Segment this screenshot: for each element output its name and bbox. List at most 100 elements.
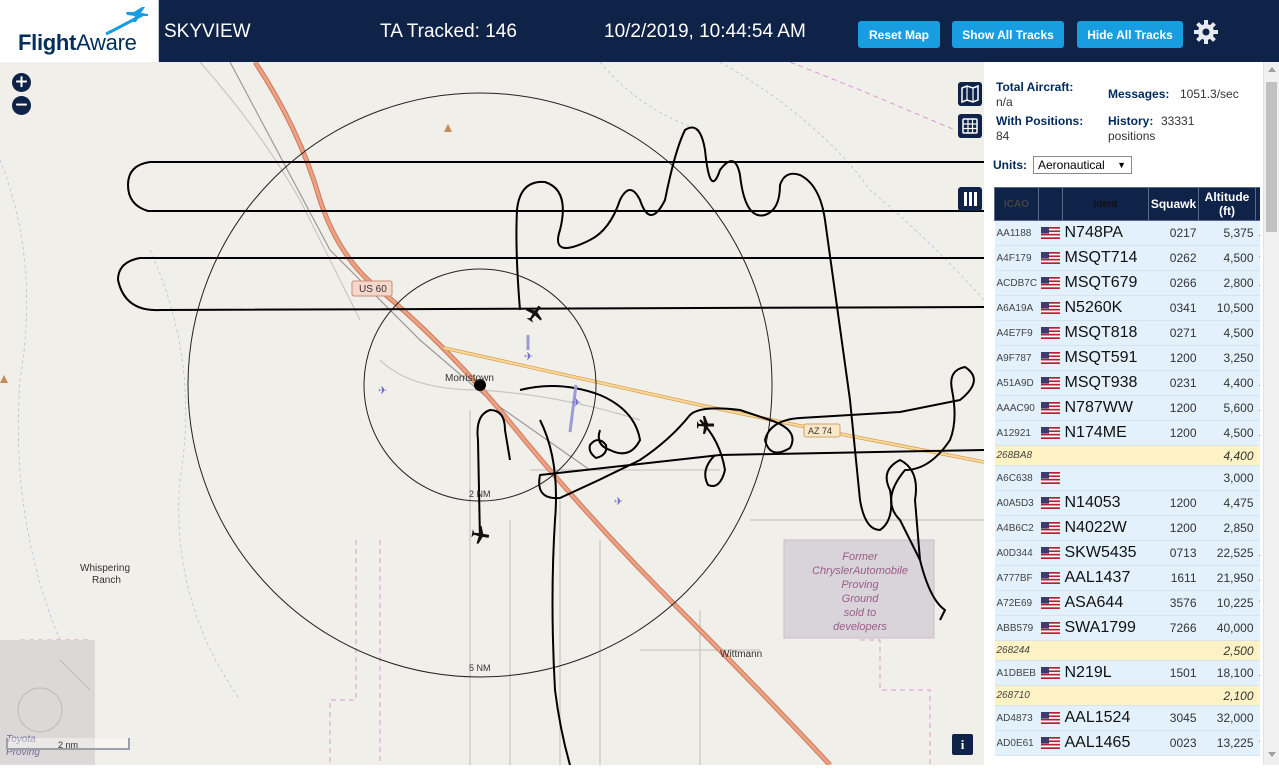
ident-cell: N4022W <box>1062 515 1149 541</box>
aircraft-icons <box>471 301 714 546</box>
grid-button[interactable] <box>958 114 982 138</box>
ident-cell: AAL1437 <box>1062 565 1149 591</box>
table-row[interactable]: A0D344 SKW54350713 22,525▲ <box>994 540 1260 566</box>
map-layer: ✈ ✈ ✈ ✈ US 60 AZ 74 Morristown Wittmann … <box>0 62 984 765</box>
aircraft-icon[interactable] <box>697 416 714 434</box>
gear-icon[interactable] <box>1193 19 1219 45</box>
flightaware-logo[interactable]: FlightAware <box>0 0 159 62</box>
table-row[interactable]: A6A19A N5260K 0341 10,500 <box>994 295 1260 321</box>
info-button[interactable]: i <box>952 734 973 755</box>
altitude-cell: 22,525 <box>1198 540 1256 566</box>
altitude-cell: 21,950 <box>1198 565 1256 591</box>
ident-cell <box>1062 465 1149 491</box>
altitude-cell: 4,400 <box>1198 445 1256 466</box>
icao-cell: A4B6C2 <box>994 515 1039 541</box>
table-row[interactable]: A72E69 ASA6443576 10,225▼ <box>994 590 1260 616</box>
table-row[interactable]: A12921 N174ME1200 4,500▲ <box>994 420 1260 446</box>
sidebar-toggle-button[interactable] <box>958 187 982 211</box>
table-row[interactable]: A4B6C2 N4022W 1200 2,850 <box>994 515 1260 541</box>
table-row[interactable]: A1DBEB N219L1501 18,100▲ <box>994 660 1260 686</box>
table-row[interactable]: A0A5D3 N14053 1200 4,475 <box>994 490 1260 516</box>
icao-cell: AD0E61 <box>994 730 1039 756</box>
trend-cell <box>1255 345 1260 371</box>
altitude-cell: 2,100 <box>1198 685 1256 706</box>
table-row[interactable]: ABB579 SWA1799 7266 40,000 <box>994 615 1260 641</box>
flag-cell <box>1038 270 1063 296</box>
aircraft-icon[interactable] <box>522 301 546 325</box>
messages-label: Messages: <box>1108 87 1170 101</box>
flag-cell <box>1038 730 1063 756</box>
map-canvas[interactable]: ✈ ✈ ✈ ✈ US 60 AZ 74 Morristown Wittmann … <box>0 62 984 765</box>
table-row[interactable]: A51A9D MSQT9380231 4,400▲ <box>994 370 1260 396</box>
flag-cell <box>1038 660 1063 686</box>
altitude-value: 4,475 <box>1223 496 1254 510</box>
scrollbar-thumb[interactable] <box>1266 82 1277 232</box>
ident-cell: SWA1799 <box>1062 615 1149 641</box>
table-row[interactable]: AD4873 AAL1524 3045 32,000 <box>994 705 1260 731</box>
reset-map-button[interactable]: Reset Map <box>858 21 940 48</box>
us-flag-icon <box>1040 277 1060 289</box>
zoom-in-button[interactable]: + <box>12 73 31 92</box>
flag-cell <box>1038 640 1063 661</box>
table-row[interactable]: 268BA8 4,400 <box>994 445 1260 466</box>
us-flag-icon <box>1040 522 1060 534</box>
squawk-cell: 0713 <box>1148 540 1199 566</box>
column-flag[interactable] <box>1038 187 1063 221</box>
table-row[interactable]: AA1188 N748PA0217 5,375▲ <box>994 220 1260 246</box>
squawk-cell: 3576 <box>1148 590 1199 616</box>
table-row[interactable]: A4E7F9 MSQT818 0271 4,500 <box>994 320 1260 346</box>
ident-cell: MSQT938 <box>1062 370 1149 396</box>
squawk-cell: 0262 <box>1148 245 1199 271</box>
show-all-tracks-button[interactable]: Show All Tracks <box>952 21 1064 48</box>
column-icao[interactable]: ICAO <box>994 187 1039 221</box>
us-flag-icon <box>1040 712 1060 724</box>
table-row[interactable]: AAAC90 N787WW1200 5,600▲ <box>994 395 1260 421</box>
railroad <box>229 62 591 471</box>
altitude-value: 4,500 <box>1223 426 1254 440</box>
svg-text:✈: ✈ <box>524 350 533 363</box>
layers-button[interactable] <box>958 82 982 106</box>
table-row[interactable]: A6C638 3,000 <box>994 465 1260 491</box>
us-flag-icon <box>1040 597 1060 609</box>
icao-cell: 268710 <box>994 685 1039 706</box>
table-row[interactable]: A777BF AAL14371611 21,950▲ <box>994 565 1260 591</box>
column-extra <box>1255 187 1260 221</box>
table-row[interactable]: A4F179 MSQT7140262 4,500▼ <box>994 245 1260 271</box>
scroll-up-icon[interactable] <box>1268 67 1276 72</box>
sidebar-panel: Total Aircraft: n/a Messages: 1051.3/sec… <box>984 62 1263 765</box>
squawk-cell: 7266 <box>1148 615 1199 641</box>
table-row[interactable]: 268244 2,500 <box>994 640 1260 661</box>
altitude-cell: 4,500 <box>1198 245 1256 271</box>
total-aircraft-label: Total Aircraft: <box>996 80 1074 94</box>
aircraft-icon[interactable] <box>471 525 491 546</box>
us-flag-icon <box>1040 472 1060 484</box>
table-row[interactable]: A9F787 MSQT591 1200 3,250 <box>994 345 1260 371</box>
altitude-cell: 4,500 <box>1198 420 1256 446</box>
scroll-down-icon[interactable] <box>1268 752 1276 757</box>
table-row[interactable]: 268710 2,100 <box>994 685 1260 706</box>
table-row[interactable]: AD0E61 AAL14650023 13,225▼ <box>994 730 1260 756</box>
table-row[interactable]: ACDB7C MSQT6790266 2,800▲ <box>994 270 1260 296</box>
units-select[interactable]: Aeronautical ▼ <box>1033 156 1132 174</box>
column-altitude[interactable]: Altitude (ft) <box>1198 187 1256 221</box>
altitude-value: 10,500 <box>1216 301 1254 315</box>
trend-cell: ▲ <box>1255 395 1260 421</box>
column-squawk[interactable]: Squawk <box>1148 187 1199 221</box>
icao-cell: A72E69 <box>994 590 1039 616</box>
sidebar-scrollbar[interactable] <box>1263 62 1279 765</box>
flag-cell <box>1038 515 1063 541</box>
altitude-cell: 18,100 <box>1198 660 1256 686</box>
hide-all-tracks-button[interactable]: Hide All Tracks <box>1077 21 1183 48</box>
zoom-out-button[interactable]: − <box>12 96 31 115</box>
site-name: SKYVIEW <box>164 21 251 42</box>
ring-5nm-label: 5 NM <box>469 663 491 673</box>
svg-text:✈: ✈ <box>614 495 623 508</box>
ident-cell: AAL1465 <box>1062 730 1149 756</box>
squawk-cell: 0023 <box>1148 730 1199 756</box>
column-ident[interactable]: Ident <box>1062 187 1149 221</box>
ranch-label-1: Whispering <box>80 563 130 574</box>
ident-cell: N174ME <box>1062 420 1149 446</box>
trend-cell <box>1255 705 1260 731</box>
icao-cell: ACDB7C <box>994 270 1039 296</box>
altitude-cell: 13,225 <box>1198 730 1256 756</box>
